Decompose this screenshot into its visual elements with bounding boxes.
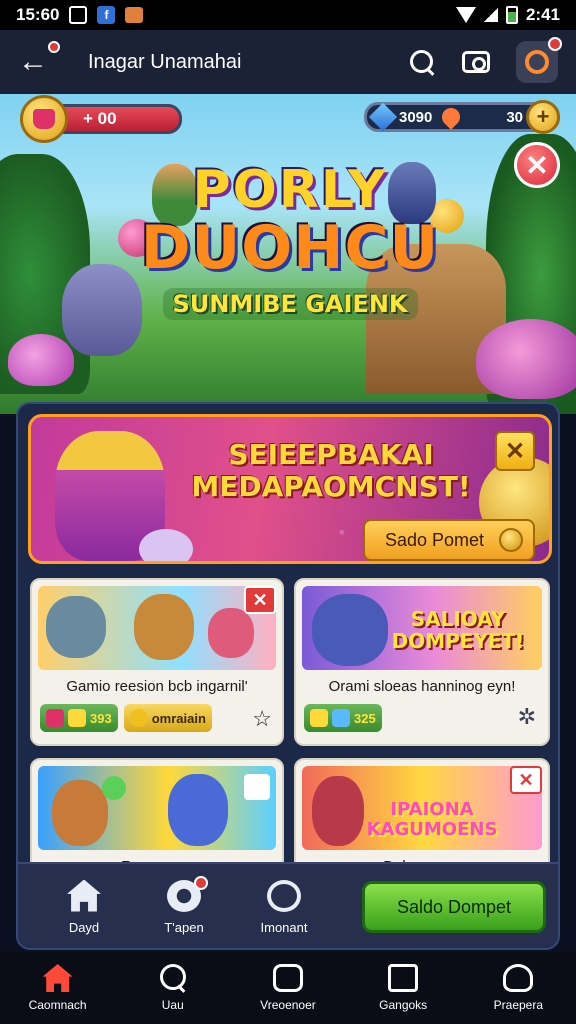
nav-item-face[interactable]: Vreoenoer <box>233 964 343 1012</box>
nav-item-briefcase[interactable]: Gangoks <box>348 964 458 1012</box>
arrow-left-icon: ← <box>18 45 48 78</box>
coin-icon <box>129 709 148 727</box>
disc-decoration <box>139 529 193 561</box>
status-time-left: 15:60 <box>16 5 60 24</box>
game-card[interactable]: SALIOAY DOMPEYET! Orami sloeas hanninog … <box>294 578 550 746</box>
stat-badge: omraiain <box>123 704 212 732</box>
logo-line-1: PORLY <box>192 160 388 220</box>
content-panel: SEIEEPBAKAI MEDAPAOMCNST! ✕ Sado Pomet ✕… <box>16 402 560 950</box>
currency-pill-left[interactable]: + 00 <box>20 95 182 143</box>
action-row: Dayd T'apen Imonant Saldo Dompet <box>18 862 558 948</box>
nav-label: Caomnach <box>28 998 87 1012</box>
search-icon[interactable] <box>408 48 436 76</box>
card-art-text: IPAIONA KAGUMOENS <box>366 799 498 840</box>
promo-cta-button[interactable]: Sado Pomet <box>363 519 535 561</box>
notification-icon <box>69 6 88 24</box>
logo-subtitle: SUNMIBE GAIENK <box>162 288 418 320</box>
donkey-character <box>62 264 142 356</box>
currency-pill-right[interactable]: 3090 30 + <box>364 100 560 134</box>
card-art <box>38 766 276 850</box>
gear-icon[interactable]: ✲ <box>518 704 536 730</box>
close-icon[interactable]: ✕ <box>495 431 535 471</box>
promo-banner[interactable]: SEIEEPBAKAI MEDAPAOMCNST! ✕ Sado Pomet <box>28 414 552 564</box>
game-card[interactable]: IPAIONA KAGUMOENS ✕ Dabsroame <box>294 758 550 878</box>
profile-badge <box>548 37 562 51</box>
game-card[interactable]: ✕ Gamio reesion bcb ingarnil' 393 omraia… <box>30 578 284 746</box>
heart-icon <box>46 709 64 727</box>
card-caption: Orami sloeas hanninog eyn! <box>328 678 516 695</box>
gem-icon <box>368 102 398 132</box>
back-button[interactable]: ← <box>18 41 60 79</box>
face-icon <box>272 964 303 992</box>
notification-badge <box>194 875 208 890</box>
action-label: Dayd <box>68 919 100 935</box>
app-bar: ← Inagar Unamahai <box>0 30 576 94</box>
heart-icon <box>438 104 465 130</box>
promo-cta-label: Sado Pomet <box>385 529 485 550</box>
status-bar: 15:60 f 2:41 <box>0 0 576 30</box>
card-art: SALIOAY DOMPEYET! <box>302 586 542 670</box>
coin-icon <box>499 528 523 552</box>
gem-icon <box>332 709 350 727</box>
nav-label: Uau <box>161 998 184 1012</box>
action-label: T'apen <box>164 919 204 935</box>
treasure-icon <box>20 95 68 143</box>
stat-badge: 325 <box>304 704 382 732</box>
card-art-text: SALIOAY DOMPEYET! <box>391 607 525 653</box>
nav-item-home[interactable]: Caomnach <box>3 964 113 1012</box>
gems-value: 3090 <box>399 108 433 126</box>
nav-item-person[interactable]: Praepera <box>463 964 573 1012</box>
home-icon <box>42 964 73 992</box>
mushroom-right <box>476 319 576 399</box>
star-icon[interactable]: ☆ <box>252 706 272 732</box>
add-currency-button[interactable]: + <box>526 100 560 134</box>
game-card[interactable]: Rossmoan <box>30 758 284 878</box>
nav-label: Praepera <box>493 998 544 1012</box>
nav-item-search[interactable]: Uau <box>118 964 228 1012</box>
nav-label: Gangoks <box>379 998 428 1012</box>
app-notification-icon: f <box>97 6 116 24</box>
shopping-bag-icon <box>125 7 144 23</box>
close-icon[interactable]: ✕ <box>510 766 542 794</box>
check-icon <box>310 709 328 727</box>
person-icon <box>503 964 534 992</box>
profile-button[interactable] <box>516 37 562 83</box>
stat-badge: 393 <box>40 704 118 732</box>
search-icon <box>158 964 188 992</box>
app-title: Inagar Unamahai <box>88 50 242 73</box>
hearts-value: 30 <box>506 108 523 126</box>
profile-ring-icon <box>525 50 549 74</box>
bottom-nav: Caomnach Uau Vreoenoer Gangoks Praepera <box>0 952 576 1024</box>
close-icon[interactable]: ✕ <box>514 142 560 188</box>
close-icon[interactable]: ✕ <box>244 586 276 614</box>
left-currency-value: + 00 <box>58 104 182 134</box>
logo-line-2: DUOHCU <box>140 213 440 283</box>
hero-banner: + 00 3090 30 + ✕ PORLY DUOHCU SUNMIBE GA… <box>0 94 576 414</box>
chat-heart-icon <box>267 879 301 912</box>
action-label: Imonant <box>260 919 308 935</box>
briefcase-icon <box>388 964 419 992</box>
card-art <box>38 586 276 670</box>
home-icon <box>67 879 101 912</box>
wifi-icon <box>455 7 476 23</box>
check-icon <box>68 709 86 727</box>
status-time-right: 2:41 <box>525 5 560 24</box>
nav-label: Vreoenoer <box>260 998 316 1012</box>
card-art: IPAIONA KAGUMOENS <box>302 766 542 850</box>
back-badge <box>48 41 60 53</box>
mushroom-left <box>8 334 74 386</box>
battery-icon <box>505 6 518 24</box>
card-caption: Gamio reesion bcb ingarnil' <box>66 678 248 695</box>
saldo-dompet-button[interactable]: Saldo Dompet <box>362 881 546 933</box>
camera-icon[interactable] <box>462 51 490 73</box>
app-screen: 15:60 f 2:41 ← Inagar Unamahai + 00 3090… <box>0 0 576 1024</box>
signal-icon <box>483 8 498 22</box>
action-imonant[interactable]: Imonant <box>234 879 334 935</box>
promo-headline: SEIEEPBAKAI MEDAPAOMCNST! <box>191 438 471 503</box>
action-dayd[interactable]: Dayd <box>34 879 134 935</box>
game-logo: PORLY DUOHCU SUNMIBE GAIENK <box>140 164 440 320</box>
action-tapen[interactable]: T'apen <box>134 875 234 935</box>
